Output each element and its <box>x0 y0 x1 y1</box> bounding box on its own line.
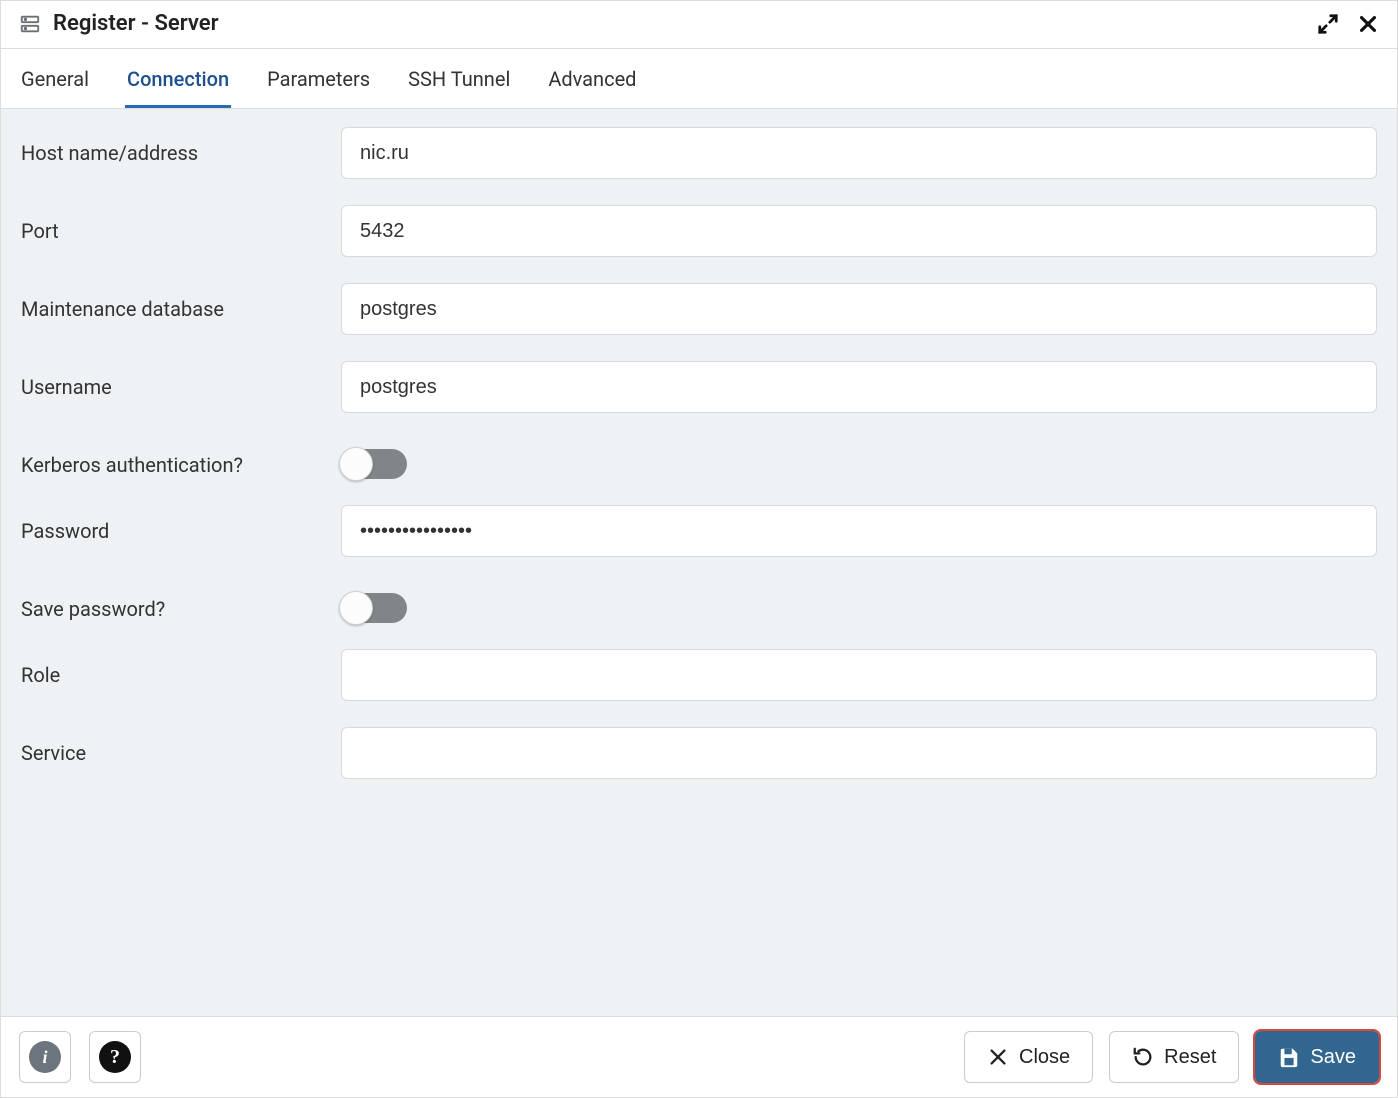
row-username: Username <box>21 361 1377 413</box>
save-icon <box>1278 1046 1300 1068</box>
row-save-password: Save password? <box>21 583 1377 623</box>
label-maintenance-db: Maintenance database <box>21 283 341 322</box>
tabs: General Connection Parameters SSH Tunnel… <box>1 49 1397 109</box>
info-button[interactable]: i <box>19 1031 71 1083</box>
row-host: Host name/address <box>21 127 1377 179</box>
footer-left: i ? <box>19 1031 141 1083</box>
toggle-knob <box>339 591 373 625</box>
x-icon <box>987 1046 1009 1068</box>
info-icon: i <box>29 1041 61 1073</box>
expand-icon[interactable] <box>1317 13 1339 35</box>
toggle-kerberos[interactable] <box>341 449 407 479</box>
tab-ssh-tunnel[interactable]: SSH Tunnel <box>406 49 512 108</box>
reset-button-label: Reset <box>1164 1046 1216 1069</box>
toggle-knob <box>339 447 373 481</box>
row-service: Service <box>21 727 1377 779</box>
header-left: Register - Server <box>19 11 219 36</box>
help-icon: ? <box>99 1041 131 1073</box>
label-kerberos: Kerberos authentication? <box>21 439 341 478</box>
label-save-password: Save password? <box>21 583 341 622</box>
save-button-label: Save <box>1310 1046 1356 1069</box>
toggle-save-password[interactable] <box>341 593 407 623</box>
save-button[interactable]: Save <box>1255 1031 1379 1083</box>
reset-icon <box>1132 1046 1154 1068</box>
input-port[interactable] <box>341 205 1377 257</box>
row-maintenance-db: Maintenance database <box>21 283 1377 335</box>
dialog-title: Register - Server <box>53 11 219 36</box>
input-password[interactable] <box>341 505 1377 557</box>
footer-right: Close Reset Save <box>964 1031 1379 1083</box>
input-maintenance-db[interactable] <box>341 283 1377 335</box>
close-button[interactable]: Close <box>964 1031 1093 1083</box>
dialog-footer: i ? Close Reset Save <box>1 1016 1397 1097</box>
label-password: Password <box>21 505 341 544</box>
label-host: Host name/address <box>21 127 341 166</box>
server-icon <box>19 13 41 35</box>
dialog-header: Register - Server <box>1 1 1397 49</box>
label-role: Role <box>21 649 341 688</box>
input-username[interactable] <box>341 361 1377 413</box>
tab-connection[interactable]: Connection <box>125 49 231 108</box>
close-icon[interactable] <box>1357 13 1379 35</box>
tab-general[interactable]: General <box>19 49 91 108</box>
tab-parameters[interactable]: Parameters <box>265 49 372 108</box>
close-button-label: Close <box>1019 1046 1070 1069</box>
row-password: Password <box>21 505 1377 557</box>
row-port: Port <box>21 205 1377 257</box>
tab-advanced[interactable]: Advanced <box>546 49 638 108</box>
input-service[interactable] <box>341 727 1377 779</box>
header-right <box>1317 13 1379 35</box>
input-host[interactable] <box>341 127 1377 179</box>
label-username: Username <box>21 361 341 400</box>
label-service: Service <box>21 727 341 766</box>
form-body: Host name/address Port Maintenance datab… <box>1 109 1397 1016</box>
label-port: Port <box>21 205 341 244</box>
help-button[interactable]: ? <box>89 1031 141 1083</box>
input-role[interactable] <box>341 649 1377 701</box>
row-kerberos: Kerberos authentication? <box>21 439 1377 479</box>
row-role: Role <box>21 649 1377 701</box>
reset-button[interactable]: Reset <box>1109 1031 1239 1083</box>
